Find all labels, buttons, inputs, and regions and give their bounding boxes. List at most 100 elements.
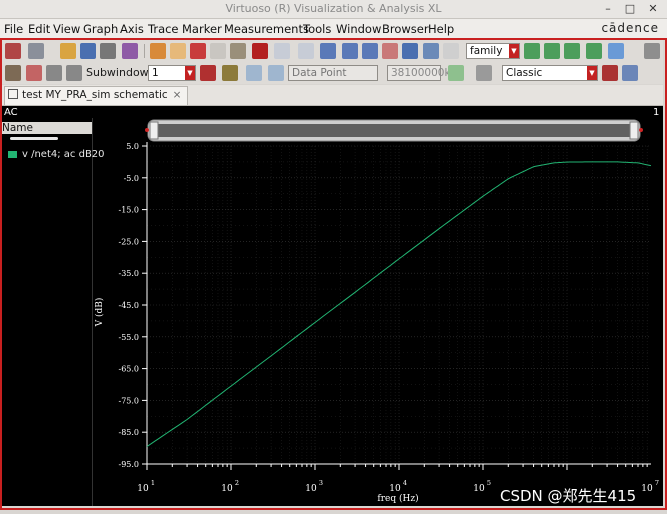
data-point-field[interactable] — [288, 65, 378, 81]
bars-icon[interactable] — [382, 43, 398, 59]
menu-measurements[interactable]: Measurements — [224, 22, 309, 36]
print-icon[interactable] — [100, 43, 116, 59]
y-tick-label: -65.0 — [118, 365, 139, 374]
circle-tool-icon[interactable] — [274, 43, 290, 59]
series-line — [146, 161, 652, 447]
trace-list-header: Name — [2, 122, 92, 134]
document-icon — [8, 89, 18, 99]
zoom-box-icon[interactable] — [402, 43, 418, 59]
minimize-button[interactable]: – — [598, 0, 618, 18]
y-tick-label: 5.0 — [126, 142, 139, 151]
style-select-value: Classic — [506, 67, 543, 79]
redo-icon[interactable] — [170, 43, 186, 59]
scrollbar-thumb[interactable] — [158, 124, 630, 137]
menu-tools[interactable]: Tools — [303, 22, 331, 36]
y-tick-label: -25.0 — [118, 237, 139, 246]
menu-trace[interactable]: Trace — [148, 22, 179, 36]
edit-icon[interactable] — [602, 65, 618, 81]
toolbar-main: family ▼ — [2, 40, 663, 62]
style-select[interactable]: Classic ▼ — [502, 65, 598, 81]
x-tick-label: 10 — [389, 484, 401, 494]
chevron-down-icon: ▼ — [185, 66, 195, 80]
refresh-icon[interactable] — [622, 65, 638, 81]
plot-series — [146, 161, 652, 447]
value-field[interactable]: 38100000k — [387, 65, 451, 81]
family-select-value: family — [470, 45, 503, 57]
cadence-logo: cādence — [601, 21, 659, 35]
marker-tool-icon[interactable] — [5, 65, 21, 81]
prev-point-icon[interactable] — [246, 65, 262, 81]
undo-icon[interactable] — [150, 43, 166, 59]
overlay-chart-icon[interactable] — [564, 43, 580, 59]
family-select[interactable]: family ▼ — [466, 43, 520, 59]
open-folder-icon[interactable] — [60, 43, 76, 59]
grid-layout-icon[interactable] — [608, 43, 624, 59]
layout-rows-icon[interactable] — [46, 65, 62, 81]
menu-window[interactable]: Window — [336, 22, 381, 36]
trace-entry[interactable]: v /net4; ac dB20 — [8, 149, 105, 160]
y-tick-label: -15.0 — [118, 206, 139, 215]
x-tick-label: 10 — [221, 484, 233, 494]
y-tick-label: -45.0 — [118, 301, 139, 310]
menu-help[interactable]: Help — [428, 22, 454, 36]
close-window-button[interactable]: ✕ — [643, 0, 663, 18]
menu-marker[interactable]: Marker — [182, 22, 222, 36]
next-point-icon[interactable] — [268, 65, 284, 81]
plot-area[interactable]: 5.0 -5.0 -15.0 -25.0 -35.0 -45.0 -55.0 -65.0 -75… — [92, 106, 663, 506]
trace-color-swatch — [8, 150, 17, 158]
delete-icon[interactable] — [252, 43, 268, 59]
x-tick-exponent: 3 — [319, 479, 323, 487]
paste-icon[interactable] — [230, 43, 246, 59]
subwindow-icon[interactable] — [28, 43, 44, 59]
x-tick-label: 10 — [641, 484, 653, 494]
menu-axis[interactable]: Axis — [120, 22, 144, 36]
y-tick-label: -85.0 — [118, 428, 139, 437]
layout-cols-icon[interactable] — [66, 65, 82, 81]
copy-icon[interactable] — [210, 43, 226, 59]
x-tick-label: 10 — [137, 484, 149, 494]
watermark-text: CSDN @郑先生415 — [500, 487, 637, 505]
marker-icon[interactable] — [222, 65, 238, 81]
menu-graph[interactable]: Graph — [83, 22, 118, 36]
strip-chart-icon[interactable] — [524, 43, 540, 59]
zoom-disabled-icon[interactable] — [443, 43, 459, 59]
new-window-icon[interactable] — [5, 43, 21, 59]
save-icon[interactable] — [80, 43, 96, 59]
zoom-x-icon[interactable] — [423, 43, 439, 59]
calculator-icon[interactable] — [476, 65, 492, 81]
table-icon[interactable] — [644, 43, 660, 59]
plot-window: AC 1 Name v /net4; ac dB20 5.0 -5.0 -15.0 -… — [2, 106, 663, 506]
zoom-fit-icon[interactable] — [362, 43, 378, 59]
close-tab-icon[interactable]: × — [173, 89, 182, 101]
export-image-icon[interactable] — [122, 43, 138, 59]
zoom-in-icon[interactable] — [320, 43, 336, 59]
x-tick-exponent: 5 — [487, 479, 491, 487]
trace-list-scroll-handle[interactable] — [10, 137, 58, 140]
menu-browser[interactable]: Browser — [382, 22, 429, 36]
window-title: Virtuoso (R) Visualization & Analysis XL — [225, 2, 442, 15]
x-tick-label: 10 — [305, 484, 317, 494]
name-column-label: Name — [2, 122, 33, 134]
maximize-button[interactable]: □ — [620, 0, 640, 18]
scrollbar-right-handle[interactable] — [629, 121, 639, 140]
tab-bar: test MY_PRA_sim schematic × — [2, 85, 663, 106]
ellipse-tool-icon[interactable] — [298, 43, 314, 59]
scrollbar-left-handle[interactable] — [149, 121, 159, 140]
measure-icon[interactable] — [448, 65, 464, 81]
split-chart-icon[interactable] — [586, 43, 602, 59]
subwindows-select[interactable]: 1 ▼ — [148, 65, 196, 81]
stack-chart-icon[interactable] — [544, 43, 560, 59]
menu-edit[interactable]: Edit — [28, 22, 50, 36]
x-range-scrollbar[interactable] — [145, 119, 643, 142]
flag-icon[interactable] — [200, 65, 216, 81]
x-tick-label: 10 — [473, 484, 485, 494]
menu-file[interactable]: File — [4, 22, 23, 36]
zoom-out-icon[interactable] — [342, 43, 358, 59]
y-tick-label: -55.0 — [118, 333, 139, 342]
settings-icon[interactable] — [26, 65, 42, 81]
menu-view[interactable]: View — [53, 22, 80, 36]
cut-icon[interactable] — [190, 43, 206, 59]
x-tick-exponent: 7 — [655, 479, 659, 487]
tab-schematic[interactable]: test MY_PRA_sim schematic × — [4, 86, 189, 105]
chevron-down-icon: ▼ — [509, 44, 519, 58]
